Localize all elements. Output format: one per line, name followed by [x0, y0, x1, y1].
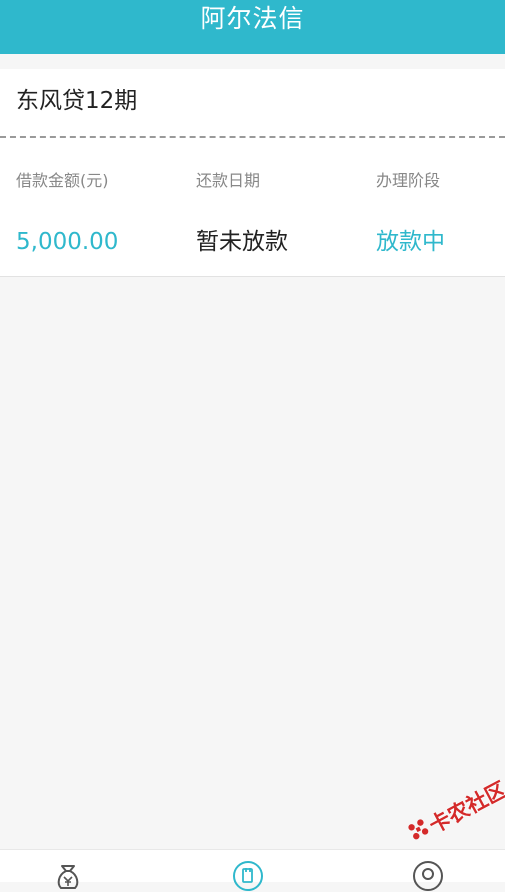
profile-icon[interactable]	[412, 860, 444, 892]
processing-stage-value: 放款中	[376, 229, 445, 255]
dashed-divider	[0, 136, 505, 138]
money-bag-icon[interactable]	[52, 860, 84, 892]
bottom-tab-bar	[0, 849, 505, 891]
loan-card[interactable]: 东风贷12期 借款金额(元) 还款日期 办理阶段 5,000.00 暂未放款 放…	[0, 69, 505, 277]
page-title: 阿尔法信	[200, 4, 305, 33]
loan-amount-label: 借款金额(元)	[16, 171, 109, 190]
app-header: 阿尔法信	[0, 0, 505, 54]
watermark-text: 卡农社区	[425, 777, 505, 838]
processing-stage-label: 办理阶段	[376, 171, 441, 190]
record-icon[interactable]	[232, 860, 264, 892]
repayment-date-value: 暂未放款	[196, 229, 288, 255]
loan-amount-value: 5,000.00	[16, 229, 119, 255]
loan-product-name: 东风贷12期	[16, 88, 138, 114]
repayment-date-label: 还款日期	[196, 171, 261, 190]
